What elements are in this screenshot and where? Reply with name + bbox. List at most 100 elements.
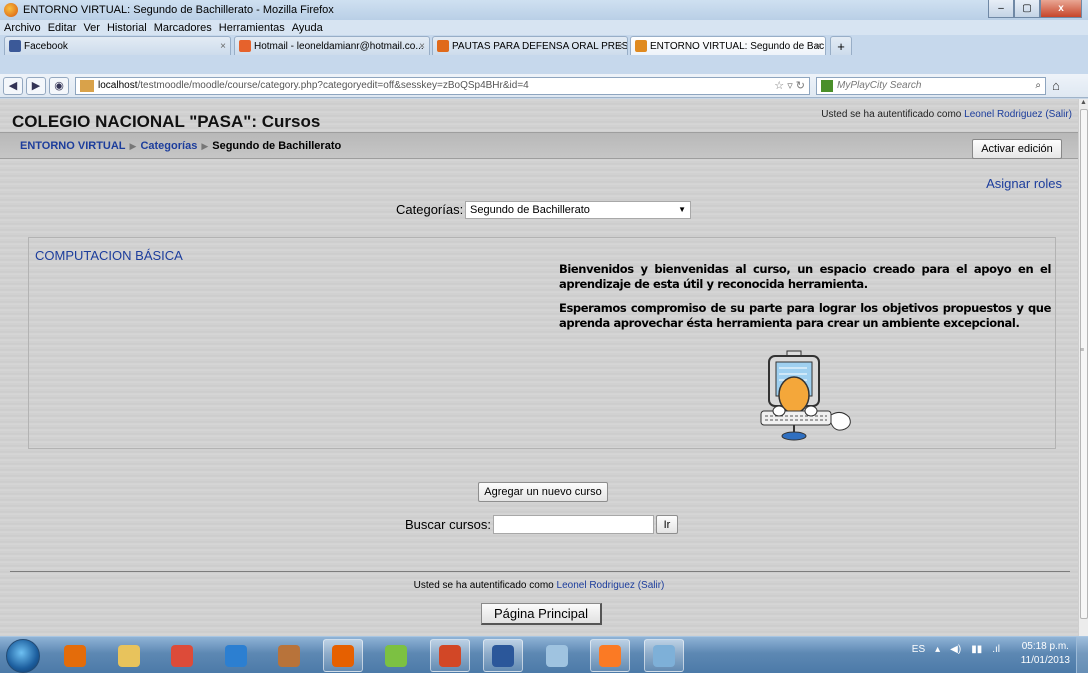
signal-icon[interactable]: .ıl xyxy=(992,644,1000,655)
navigation-bar: ◀ ▶ ◉ localhost /testmoodle/moodle/cours… xyxy=(0,74,1088,98)
url-path: /testmoodle/moodle/course/category.php?c… xyxy=(137,80,529,91)
clock-date: 11/01/2013 xyxy=(1020,655,1070,666)
site-identity-icon: ◉ xyxy=(54,80,64,92)
tab-hotmail[interactable]: Hotmail - leoneldamianr@hotmail.co... × xyxy=(234,36,430,55)
menu-historial[interactable]: Historial xyxy=(107,22,147,34)
forward-button[interactable]: ▶ xyxy=(26,76,46,95)
taskbar-item[interactable] xyxy=(537,639,577,672)
menu-herramientas[interactable]: Herramientas xyxy=(219,22,285,34)
show-desktop-button[interactable] xyxy=(1076,637,1088,673)
taskbar-item[interactable] xyxy=(162,639,202,672)
breadcrumb-categories[interactable]: Categorías xyxy=(140,140,197,152)
media-app-icon xyxy=(278,644,300,667)
facebook-icon xyxy=(9,40,21,52)
category-selected-value: Segundo de Bachillerato xyxy=(470,204,590,216)
clock-time: 05:18 p.m. xyxy=(1021,641,1069,652)
url-bar[interactable]: localhost /testmoodle/moodle/course/cate… xyxy=(75,76,810,95)
search-engine-icon xyxy=(821,79,833,92)
search-courses-input[interactable] xyxy=(493,515,654,534)
scrollbar-thumb[interactable] xyxy=(1080,109,1088,619)
system-clock[interactable]: 05:18 p.m. 11/01/2013 xyxy=(1021,640,1070,668)
menu-ayuda[interactable]: Ayuda xyxy=(292,22,323,34)
search-placeholder: MyPlayCity Search xyxy=(837,80,922,91)
search-go-button[interactable]: Ir xyxy=(656,515,678,534)
logout-link[interactable]: (Salir) xyxy=(638,580,665,591)
tab-close-icon[interactable]: × xyxy=(419,41,425,52)
menu-ver[interactable]: Ver xyxy=(83,22,100,34)
breadcrumb-home[interactable]: ENTORNO VIRTUAL xyxy=(20,140,126,152)
taskbar-item[interactable] xyxy=(643,639,684,672)
taskbar-item[interactable] xyxy=(109,639,149,672)
chevron-down-icon: ▼ xyxy=(678,205,686,214)
page-viewport: COLEGIO NACIONAL "PASA": Cursos Usted se… xyxy=(0,99,1078,636)
forward-arrow-icon: ▶ xyxy=(31,80,41,92)
taskbar-item[interactable] xyxy=(216,639,256,672)
menu-marcadores[interactable]: Marcadores xyxy=(154,22,212,34)
summary-paragraph: Esperamos compromiso de su parte para lo… xyxy=(559,301,1051,330)
breadcrumb-separator-icon: ▶ xyxy=(129,141,137,151)
assign-roles-link[interactable]: Asignar roles xyxy=(986,176,1062,191)
breadcrumb: ENTORNO VIRTUAL ▶ Categorías ▶ Segundo de Ba… xyxy=(20,140,341,152)
blogger-icon xyxy=(437,40,449,52)
back-button[interactable]: ◀ xyxy=(3,76,23,95)
tab-close-icon[interactable]: × xyxy=(815,41,821,52)
window-titlebar: ENTORNO VIRTUAL: Segundo de Bachillerato… xyxy=(0,0,1088,20)
maximize-button[interactable]: ▢ xyxy=(1014,0,1040,18)
identity-button[interactable]: ◉ xyxy=(49,76,69,95)
taskbar-item[interactable] xyxy=(376,639,416,672)
home-page-button[interactable]: Página Principal xyxy=(481,603,602,625)
close-button[interactable]: x xyxy=(1040,0,1082,18)
category-select[interactable]: Segundo de Bachillerato ▼ xyxy=(465,201,691,219)
outlook-icon xyxy=(64,644,86,667)
taskbar-item[interactable] xyxy=(483,639,523,672)
tab-close-icon[interactable]: × xyxy=(220,41,226,52)
tab-label: ENTORNO VIRTUAL: Segundo de Bac... xyxy=(650,40,826,52)
tab-facebook[interactable]: Facebook × xyxy=(4,36,231,55)
taskbar-item[interactable] xyxy=(322,639,363,672)
tab-close-icon[interactable]: × xyxy=(617,41,623,52)
volume-icon[interactable]: ◀) xyxy=(950,644,961,655)
scroll-up-icon[interactable]: ▲ xyxy=(1079,99,1088,108)
minimize-button[interactable]: – xyxy=(988,0,1014,18)
firefox-icon xyxy=(331,644,354,667)
search-icon[interactable]: ⌕ xyxy=(1035,80,1041,91)
network-icon[interactable]: ▮▮ xyxy=(971,644,982,655)
user-link[interactable]: Leonel Rodriguez xyxy=(557,580,635,591)
firefox-logo-icon xyxy=(4,3,18,17)
footer-login-info: Usted se ha autentificado como Leonel Ro… xyxy=(0,580,1078,591)
taskbar-item[interactable] xyxy=(590,639,630,672)
note-app-icon xyxy=(652,644,675,667)
bookmark-star-icon[interactable]: ☆ ▿ ↻ xyxy=(774,79,805,92)
new-tab-button[interactable]: + xyxy=(830,36,852,55)
language-indicator[interactable]: ES xyxy=(912,644,925,655)
menu-bar: Archivo Editar Ver Historial Marcadores … xyxy=(0,20,1088,35)
home-icon[interactable]: ⌂ xyxy=(1052,78,1060,93)
turn-editing-on-button[interactable]: Activar edición xyxy=(972,139,1062,159)
tab-label: Hotmail - leoneldamianr@hotmail.co... xyxy=(254,40,424,52)
category-label: Categorías: xyxy=(396,202,464,217)
start-button[interactable] xyxy=(6,639,40,673)
logout-link[interactable]: (Salir) xyxy=(1045,109,1072,120)
course-link[interactable]: COMPUTACION BÁSICA xyxy=(35,248,183,263)
add-course-button[interactable]: Agregar un nuevo curso xyxy=(478,482,608,502)
scroll-grip-icon: ≡ xyxy=(1080,347,1085,354)
tray-arrow-icon[interactable]: ▴ xyxy=(935,644,940,655)
summary-paragraph: Bienvenidos y bienvenidas al curso, un e… xyxy=(559,262,1051,291)
taskbar-item[interactable] xyxy=(429,639,470,672)
powerpoint-icon xyxy=(438,644,461,667)
tab-pautas[interactable]: PAUTAS PARA DEFENSA ORAL PRESE... × xyxy=(432,36,628,55)
menu-archivo[interactable]: Archivo xyxy=(4,22,41,34)
login-prefix: Usted se ha autentificado como xyxy=(821,109,962,120)
camera-icon xyxy=(224,644,247,667)
vertical-scrollbar[interactable]: ▲ ≡ xyxy=(1078,99,1088,636)
paint-icon xyxy=(545,644,568,667)
tab-entorno-virtual[interactable]: ENTORNO VIRTUAL: Segundo de Bac... × xyxy=(630,36,826,55)
web-search-box[interactable]: MyPlayCity Search ⌕ xyxy=(816,76,1046,95)
taskbar-item[interactable] xyxy=(55,639,95,672)
menu-editar[interactable]: Editar xyxy=(48,22,77,34)
xampp-icon xyxy=(599,644,621,667)
user-link[interactable]: Leonel Rodriguez xyxy=(964,109,1042,120)
moodle-icon xyxy=(635,40,647,52)
taskbar-item[interactable] xyxy=(269,639,309,672)
window-title: ENTORNO VIRTUAL: Segundo de Bachillerato… xyxy=(23,4,334,16)
